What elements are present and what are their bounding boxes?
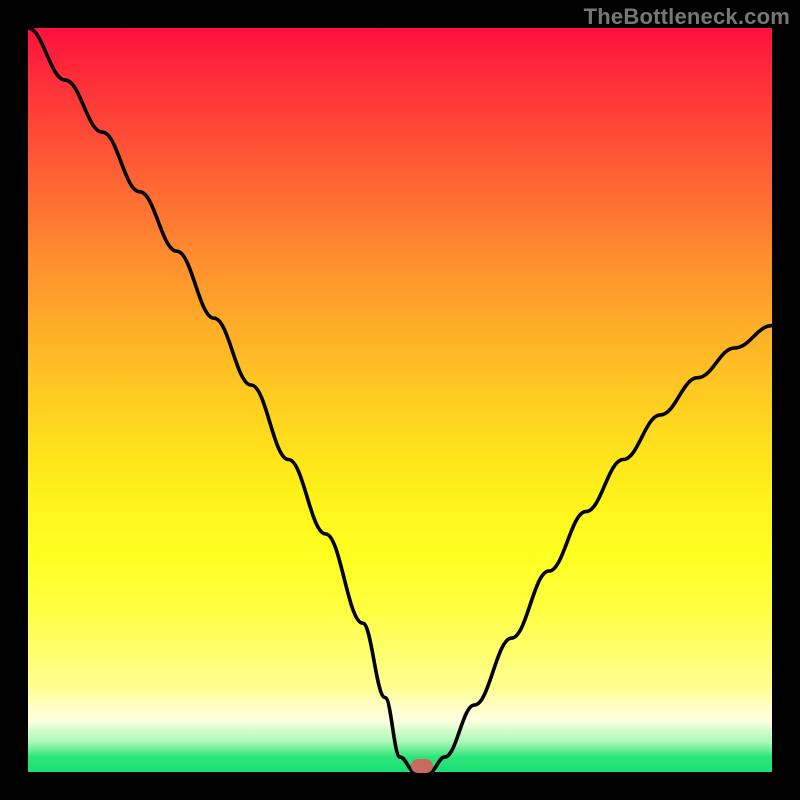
curve-layer (28, 28, 772, 772)
chart-stage: TheBottleneck.com (0, 0, 800, 800)
minimum-marker (411, 759, 433, 773)
plot-area (28, 28, 772, 772)
bottleneck-curve-path (28, 28, 772, 772)
watermark-text: TheBottleneck.com (584, 4, 790, 30)
